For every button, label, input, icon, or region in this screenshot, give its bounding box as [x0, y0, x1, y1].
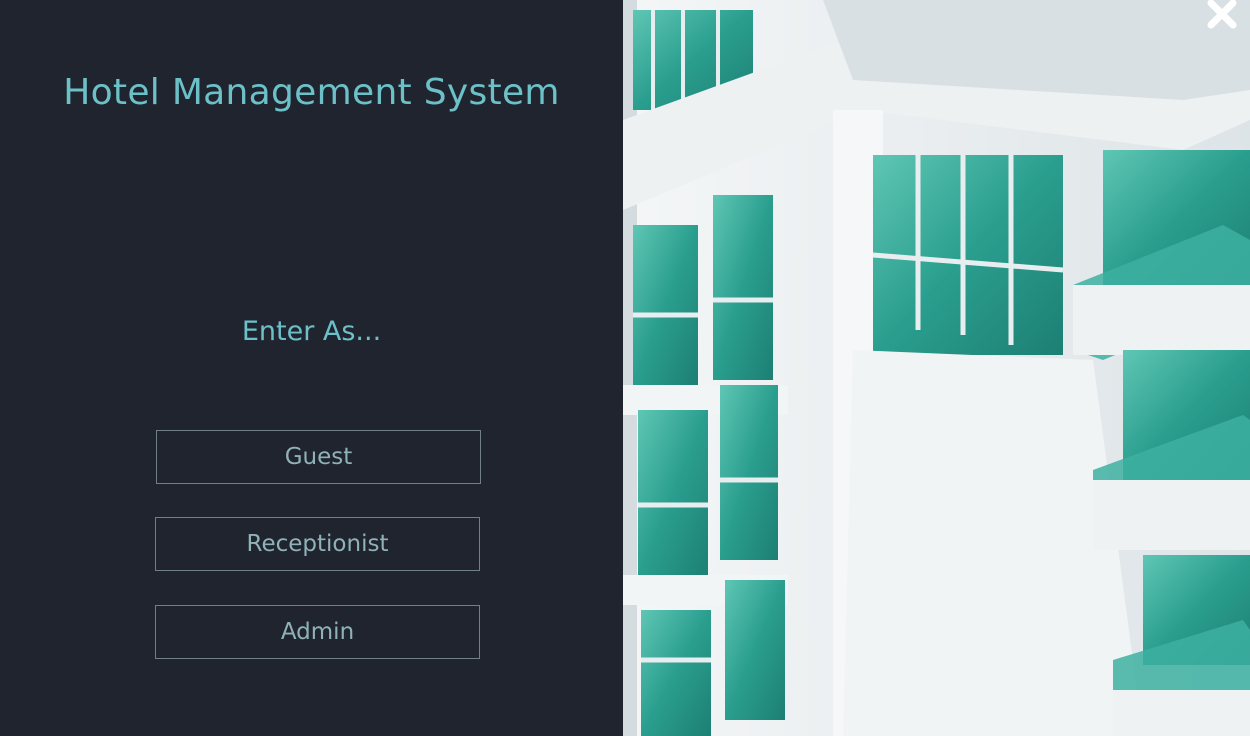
app-title: Hotel Management System — [63, 72, 560, 113]
admin-button[interactable]: Admin — [155, 605, 480, 659]
close-icon[interactable] — [1206, 0, 1242, 32]
receptionist-button[interactable]: Receptionist — [155, 517, 480, 571]
role-selection-panel: Hotel Management System Enter As... Gues… — [0, 0, 623, 736]
guest-button[interactable]: Guest — [156, 430, 481, 484]
login-window: Hotel Management System Enter As... Gues… — [0, 0, 1250, 736]
enter-as-prompt: Enter As... — [241, 316, 382, 347]
hotel-building-image — [623, 0, 1250, 736]
